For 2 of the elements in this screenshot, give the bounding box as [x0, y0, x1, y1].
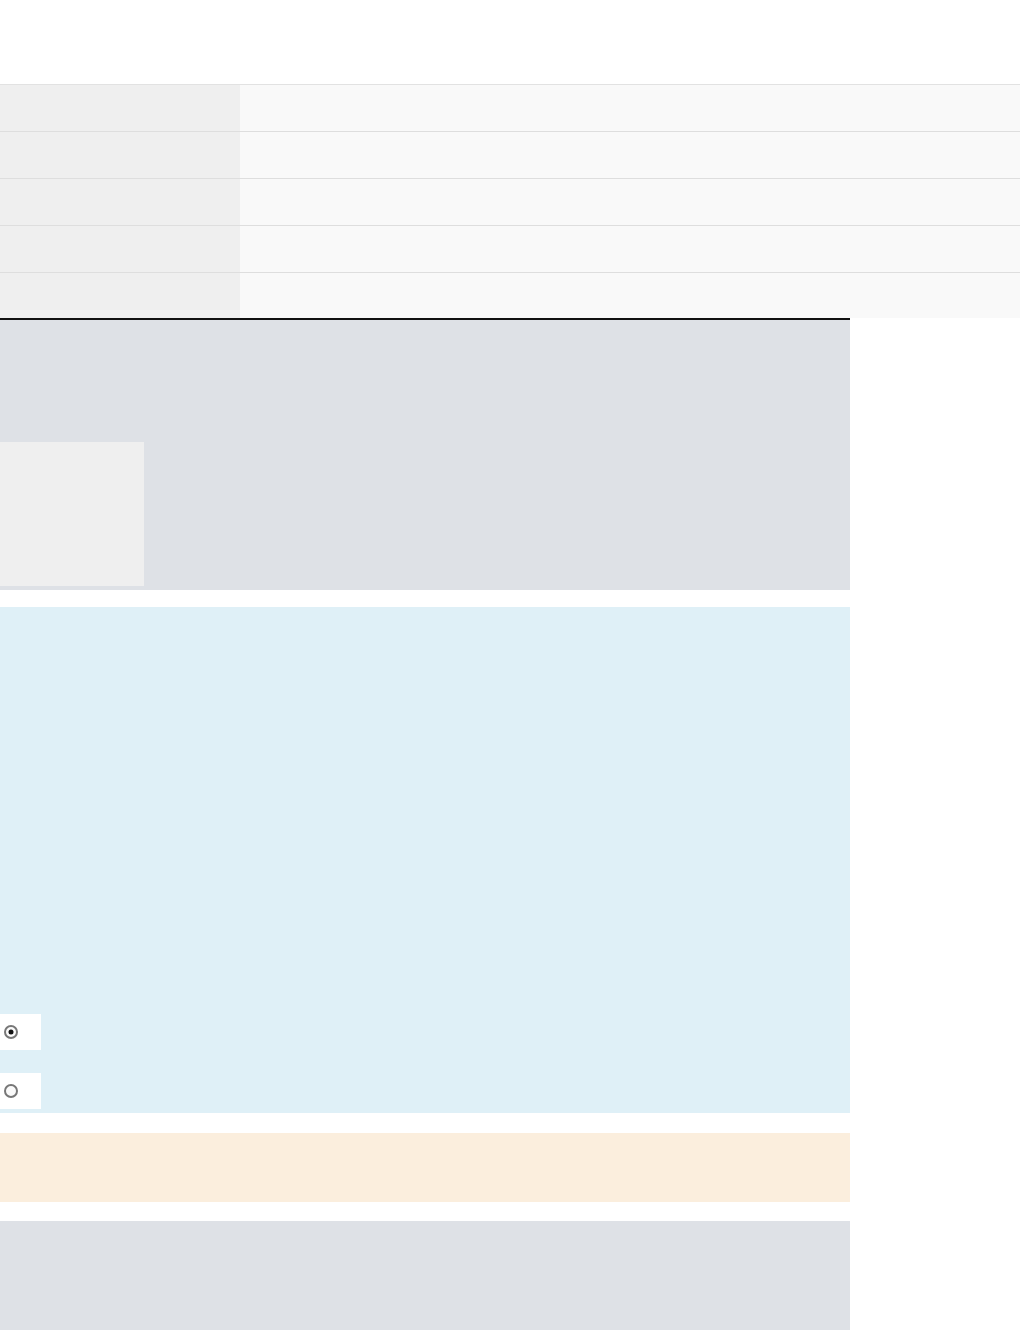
radio-button[interactable]	[3, 1083, 19, 1099]
radio-button[interactable]	[3, 1024, 19, 1040]
